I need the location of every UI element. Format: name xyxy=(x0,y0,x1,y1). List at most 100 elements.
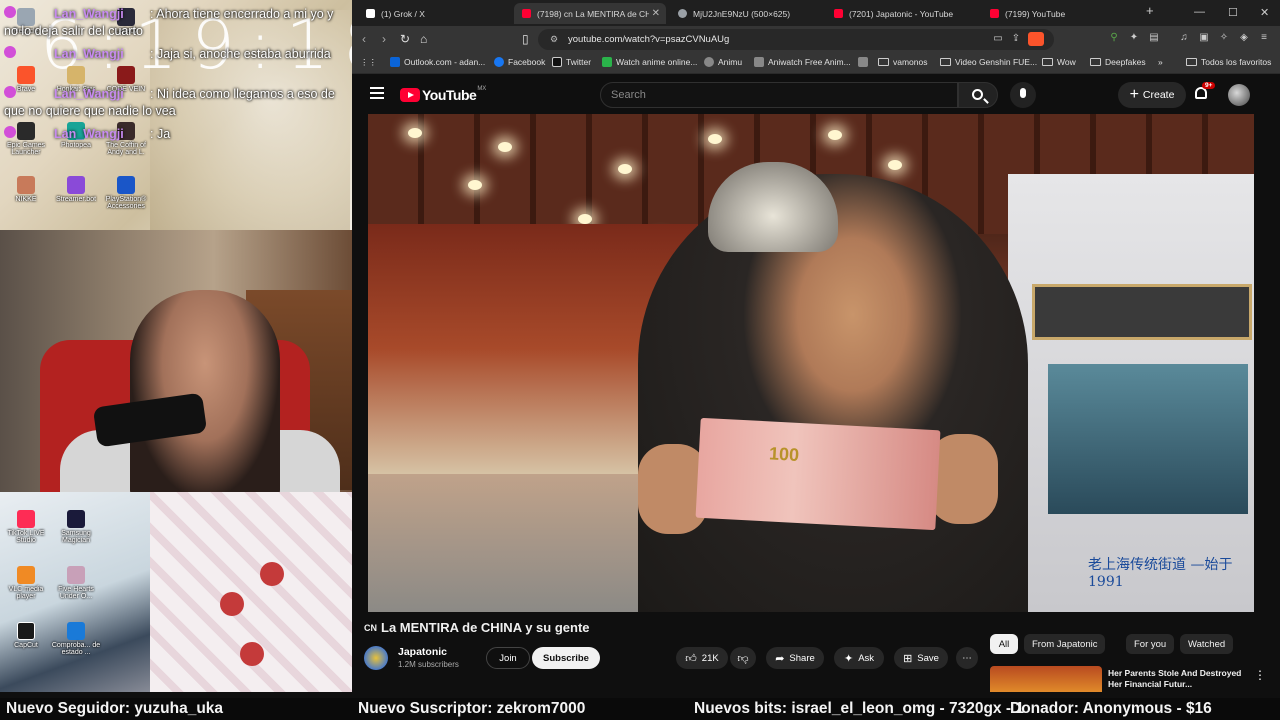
chat-username: Lan_Wangji xyxy=(54,7,124,21)
extensions-icon[interactable]: ✦ xyxy=(1128,32,1140,44)
forward-icon[interactable]: › xyxy=(382,32,386,46)
close-tab-icon[interactable]: ✕ xyxy=(652,8,660,19)
webcam-streamer xyxy=(130,290,280,492)
desktop-icon-samsung[interactable]: Samsung Magician xyxy=(50,510,102,544)
share-button[interactable]: ➦ Share xyxy=(766,647,824,669)
minimize-icon[interactable]: — xyxy=(1194,6,1205,18)
reload-icon[interactable]: ↻ xyxy=(400,32,410,46)
tab-grok[interactable]: (1) Grok / X xyxy=(358,3,510,24)
recommended-video[interactable]: Her Parents Stole And Destroyed Her Fina… xyxy=(990,666,1270,692)
cast-icon[interactable]: ▭ xyxy=(992,33,1004,45)
bookmark-folder-deepfakes[interactable]: Deepfakes xyxy=(1090,57,1146,67)
tab-youtube[interactable]: (7199) YouTube xyxy=(982,3,1134,24)
desktop-icon-status-check[interactable]: Comproba... de estado ... xyxy=(50,622,102,656)
search-input[interactable] xyxy=(601,83,957,107)
search-button[interactable] xyxy=(958,82,998,108)
tab-image[interactable]: MjU2JnE9NzU (500×625) xyxy=(670,3,822,24)
desktop-icon-tiktok[interactable]: TikTok LIVE Studio xyxy=(0,510,52,544)
subscribe-button[interactable]: Subscribe xyxy=(532,647,600,669)
share-icon: ➦ xyxy=(775,652,785,665)
back-icon[interactable]: ‹ xyxy=(362,32,366,46)
tiktok-icon xyxy=(17,510,35,528)
hamburger-menu-icon[interactable] xyxy=(370,87,384,99)
account-avatar[interactable] xyxy=(1228,84,1250,106)
bookmark-misc[interactable] xyxy=(858,57,872,67)
streamerbot-icon xyxy=(67,176,85,194)
chip-watched[interactable]: Watched xyxy=(1180,634,1234,654)
browser-window: (1) Grok / X (7198) cn La MENTIRA de CHI… xyxy=(352,0,1280,692)
more-bookmarks-icon[interactable]: » xyxy=(1158,57,1163,67)
recommended-thumbnail[interactable] xyxy=(990,666,1102,692)
chip-for-you[interactable]: For you xyxy=(1126,634,1175,654)
tab-japatonic[interactable]: (7201) Japatonic - YouTube xyxy=(826,3,978,24)
save-button[interactable]: ⊞ Save xyxy=(894,647,948,669)
aniwatch-icon xyxy=(754,57,764,67)
omnibox[interactable]: ⚙ youtube.com/watch?v=psazCVNuAUg ▭ ⇪ xyxy=(538,29,1054,50)
site-info-icon[interactable]: ⚙ xyxy=(550,34,558,45)
bookmark-anime[interactable]: Watch anime online... xyxy=(602,57,697,67)
stream-ticker: Nuevo Seguidor: yuzuha_uka Nuevo Suscrip… xyxy=(0,698,1280,720)
share-page-icon[interactable]: ⇪ xyxy=(1010,33,1022,45)
bookmark-icon[interactable]: ▯ xyxy=(522,32,529,46)
x-logo-icon xyxy=(552,57,562,67)
extension-icon[interactable]: ⚲ xyxy=(1108,32,1120,44)
chip-from-channel[interactable]: From Japatonic xyxy=(1024,634,1106,654)
maximize-icon[interactable]: ☐ xyxy=(1228,6,1238,19)
channel-avatar[interactable] xyxy=(364,646,388,670)
new-tab-button[interactable]: + xyxy=(1146,3,1154,18)
create-button[interactable]: + Create xyxy=(1118,82,1186,108)
sidebar-icon[interactable]: ▤ xyxy=(1148,32,1160,44)
ai-icon[interactable]: ✧ xyxy=(1218,32,1230,44)
x-logo-icon xyxy=(366,9,375,18)
apps-icon[interactable]: ⋮⋮ xyxy=(360,57,377,68)
bookmark-aniwatch[interactable]: Aniwatch Free Anim... xyxy=(754,57,851,67)
bookmark-twitter[interactable]: Twitter xyxy=(552,57,591,67)
close-window-icon[interactable]: ✕ xyxy=(1260,6,1269,19)
voice-search-icon[interactable] xyxy=(1010,82,1036,108)
ask-button[interactable]: ✦ Ask xyxy=(834,647,884,669)
bookmark-folder-wow[interactable]: Wow xyxy=(1042,57,1076,67)
bookmark-outlook[interactable]: Outlook.com - adan... xyxy=(390,57,485,67)
video-shop: 老上海传统街道 —始于1991 xyxy=(1008,174,1254,612)
dislike-button[interactable]: 👎︎ xyxy=(730,647,756,669)
screen: 6:19:18 Recycle Legacy Brave Honkai: Sta… xyxy=(0,0,1280,720)
chat-message: : Ni idea como llegamos a eso de que no … xyxy=(0,84,352,124)
more-actions-icon[interactable]: ⋯ xyxy=(956,647,978,669)
folder-icon xyxy=(940,58,951,66)
desktop-icon-vlc[interactable]: VLC media player xyxy=(0,566,52,600)
video-player[interactable]: 老上海传统街道 —始于1991 xyxy=(368,114,1254,612)
recommended-title[interactable]: Her Parents Stole And Destroyed Her Fina… xyxy=(1108,668,1253,692)
chat-message: : Jaja si, anoche estaba aburrida Lan_Wa… xyxy=(0,44,352,84)
channel-name[interactable]: Japatonic xyxy=(398,646,447,658)
youtube-icon xyxy=(990,9,999,18)
sparkle-icon: ✦ xyxy=(843,652,854,665)
desktop-icon-capcut[interactable]: CapCut xyxy=(0,622,52,649)
tab-current-video[interactable]: (7198) cn La MENTIRA de CHI ✕ xyxy=(514,3,666,24)
desktop-icon-five-hearts[interactable]: Five Hearts Under O... xyxy=(50,566,102,600)
desktop-icon-streamerbot[interactable]: Streamer.bot xyxy=(50,176,102,203)
all-bookmarks[interactable]: Todos los favoritos xyxy=(1186,57,1271,67)
webcam-feed xyxy=(0,230,352,492)
like-button[interactable]: 👍︎ 21K xyxy=(676,647,728,669)
more-options-icon[interactable]: ⋮ xyxy=(1254,668,1266,682)
youtube-logo[interactable]: YouTube MX xyxy=(400,86,486,103)
music-icon[interactable]: ♫ xyxy=(1178,32,1190,44)
home-icon[interactable]: ⌂ xyxy=(420,32,427,46)
vpn-icon[interactable]: ◈ xyxy=(1238,32,1250,44)
desktop-icon-playstation[interactable]: PlayStation® Accessories xyxy=(100,176,152,210)
chip-all[interactable]: All xyxy=(990,634,1018,654)
bookmark-animu[interactable]: Animu xyxy=(704,57,742,67)
bookmark-folder-genshin[interactable]: Video Genshin FUE... xyxy=(940,57,1037,67)
bookmark-facebook[interactable]: Facebook xyxy=(494,57,545,67)
notifications-bell-icon[interactable]: 9+ xyxy=(1194,82,1216,102)
brave-shield-icon[interactable] xyxy=(1028,32,1044,46)
wallet-icon[interactable]: ▣ xyxy=(1198,32,1210,44)
folder-icon xyxy=(878,58,889,66)
channel-row: Japatonic 1.2M subscribers Join Subscrib… xyxy=(364,646,984,674)
flag-prefix: CN xyxy=(364,622,377,633)
desktop-icon-nikke[interactable]: NIKKE xyxy=(0,176,52,203)
save-playlist-icon: ⊞ xyxy=(903,652,913,665)
bookmark-folder-vamonos[interactable]: vamonos xyxy=(878,57,928,67)
join-button[interactable]: Join xyxy=(486,647,530,669)
menu-icon[interactable]: ≡ xyxy=(1258,32,1270,44)
